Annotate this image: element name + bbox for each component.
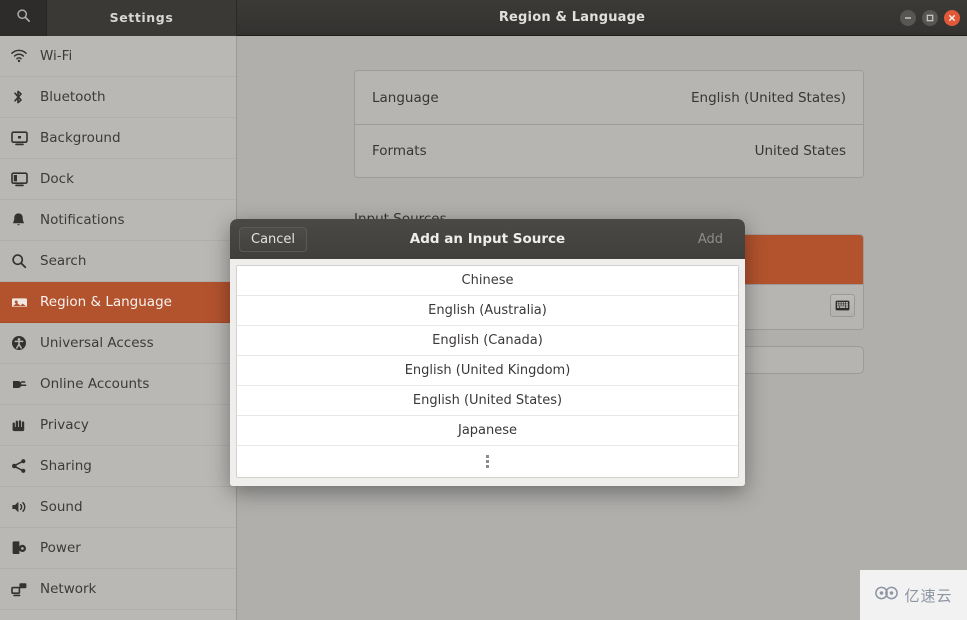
sidebar-item-label: Sharing — [40, 458, 92, 474]
bluetooth-icon — [11, 89, 37, 105]
cancel-button[interactable]: Cancel — [239, 226, 308, 252]
keyboard-layout-button[interactable] — [830, 294, 855, 317]
sidebar-item-notifications[interactable]: Notifications — [0, 200, 236, 241]
speaker-icon — [11, 500, 37, 514]
language-formats-card: Language English (United States) Formats… — [354, 70, 864, 178]
sidebar-item-background[interactable]: Background — [0, 118, 236, 159]
cloud-logo-icon — [874, 585, 900, 605]
search-icon — [16, 8, 31, 27]
sidebar-item-sharing[interactable]: Sharing — [0, 446, 236, 487]
formats-value: United States — [754, 143, 846, 159]
power-icon — [11, 540, 37, 556]
sidebar-item-label: Network — [40, 581, 97, 597]
list-item[interactable]: English (United States) — [237, 386, 738, 416]
dialog-body: Chinese English (Australia) English (Can… — [230, 259, 745, 486]
list-item[interactable]: Chinese — [237, 266, 738, 296]
sidebar-item-label: Search — [40, 253, 87, 269]
sidebar-item-label: Power — [40, 540, 81, 556]
list-item-more[interactable] — [237, 446, 738, 476]
close-button[interactable] — [944, 10, 960, 26]
language-row[interactable]: Language English (United States) — [355, 71, 863, 124]
more-vertical-icon — [486, 454, 489, 468]
sidebar-item-label: Dock — [40, 171, 74, 187]
sidebar-item-label: Universal Access — [40, 335, 154, 351]
dock-icon — [11, 171, 37, 187]
wifi-icon — [11, 49, 37, 63]
sidebar-item-label: Sound — [40, 499, 83, 515]
formats-row[interactable]: Formats United States — [355, 124, 863, 177]
sidebar-item-dock[interactable]: Dock — [0, 159, 236, 200]
list-item[interactable]: Japanese — [237, 416, 738, 446]
dialog-header: Cancel Add an Input Source Add — [230, 219, 745, 259]
window-controls — [900, 0, 960, 36]
formats-label: Formats — [372, 143, 427, 159]
dialog-title: Add an Input Source — [409, 231, 566, 247]
network-icon — [11, 582, 37, 597]
maximize-button[interactable] — [922, 10, 938, 26]
minimize-button[interactable] — [900, 10, 916, 26]
monitor-icon — [11, 130, 37, 146]
sidebar-item-label: Bluetooth — [40, 89, 106, 105]
sidebar-item-label: Notifications — [40, 212, 125, 228]
sidebar-item-universal-access[interactable]: Universal Access — [0, 323, 236, 364]
list-item[interactable]: English (Canada) — [237, 326, 738, 356]
search-button[interactable] — [0, 0, 47, 36]
sidebar-item-power[interactable]: Power — [0, 528, 236, 569]
list-item[interactable]: English (United Kingdom) — [237, 356, 738, 386]
list-item[interactable]: English (Australia) — [237, 296, 738, 326]
page-title: Region & Language — [498, 10, 646, 25]
watermark-text: 亿速云 — [904, 586, 953, 605]
sidebar-item-label: Online Accounts — [40, 376, 150, 392]
hand-icon — [11, 418, 37, 433]
titlebar: Settings Region & Language — [0, 0, 967, 36]
bell-icon — [11, 212, 37, 228]
flag-icon — [11, 296, 37, 309]
keyboard-icon — [835, 296, 850, 315]
language-label: Language — [372, 89, 439, 106]
sidebar[interactable]: Wi-Fi Bluetooth Background Dock Notifica… — [0, 36, 237, 620]
sidebar-item-label: Background — [40, 130, 121, 146]
sidebar-item-label: Privacy — [40, 417, 89, 433]
add-button[interactable]: Add — [688, 228, 733, 251]
add-input-source-dialog: Cancel Add an Input Source Add Chinese E… — [230, 219, 745, 486]
sidebar-item-search[interactable]: Search — [0, 241, 236, 282]
input-source-list[interactable]: Chinese English (Australia) English (Can… — [236, 265, 739, 478]
sidebar-item-wifi[interactable]: Wi-Fi — [0, 36, 236, 77]
sidebar-item-network[interactable]: Network — [0, 569, 236, 610]
sidebar-item-label: Region & Language — [40, 294, 172, 310]
sidebar-item-sound[interactable]: Sound — [0, 487, 236, 528]
plug-icon — [11, 377, 37, 392]
watermark: 亿速云 — [860, 570, 967, 620]
sidebar-item-bluetooth[interactable]: Bluetooth — [0, 77, 236, 118]
language-value: English (United States) — [691, 89, 846, 106]
magnifier-icon — [11, 253, 37, 269]
sidebar-item-privacy[interactable]: Privacy — [0, 405, 236, 446]
settings-window: Settings Region & Language Wi-Fi Bluetoo… — [0, 0, 967, 620]
share-icon — [11, 458, 37, 474]
sidebar-item-region-and-language[interactable]: Region & Language — [0, 282, 236, 323]
settings-panel-title: Settings — [47, 0, 237, 36]
sidebar-item-label: Wi-Fi — [40, 48, 73, 64]
accessibility-icon — [11, 335, 37, 351]
sidebar-item-online-accounts[interactable]: Online Accounts — [0, 364, 236, 405]
